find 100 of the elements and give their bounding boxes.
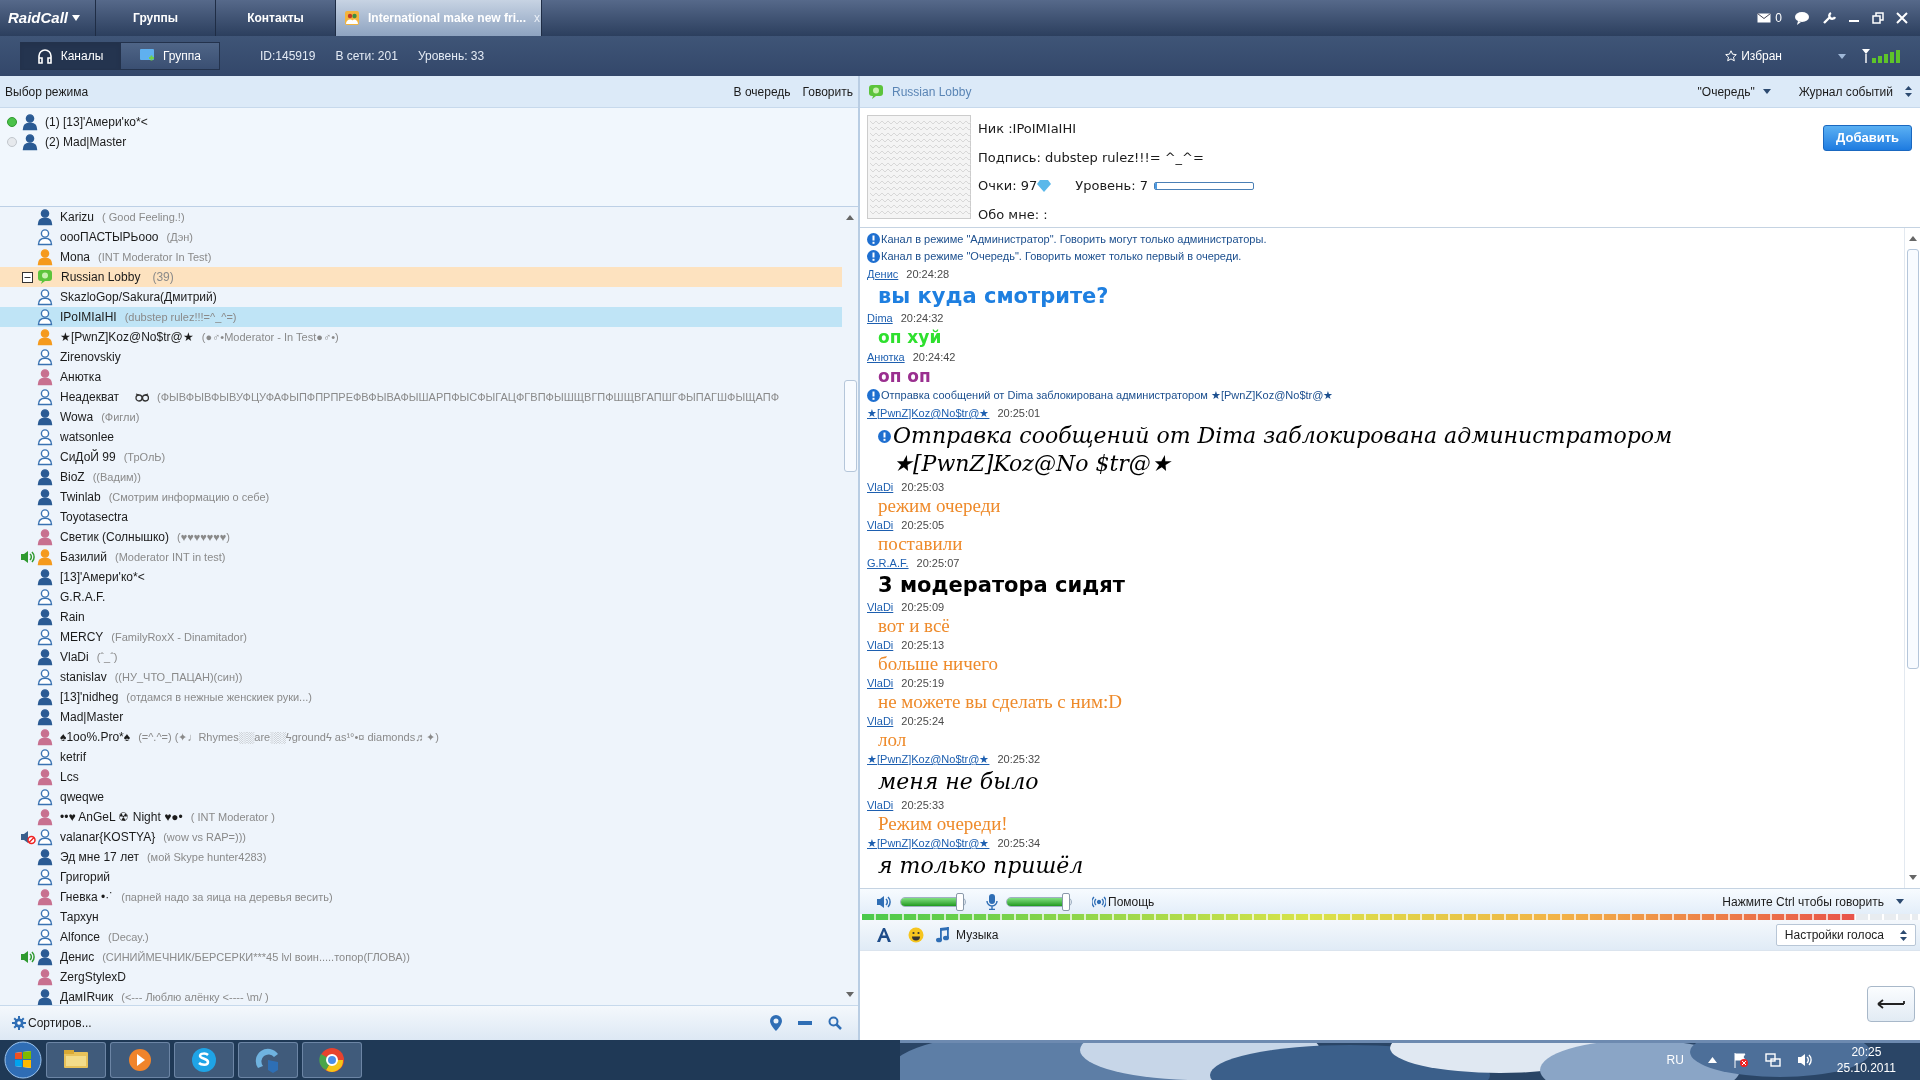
help-button[interactable]: Помощь: [1092, 892, 1155, 911]
author-link[interactable]: ★[PwnZ]Koz@No$tr@★: [867, 750, 990, 768]
music-button[interactable]: Музыка: [936, 926, 999, 944]
favorites-button[interactable]: Избран: [1725, 47, 1782, 65]
close-icon[interactable]: [1896, 12, 1908, 24]
start-button-icon[interactable]: [4, 1041, 42, 1079]
action-link[interactable]: Говорить: [802, 82, 853, 101]
user-row[interactable]: G.R.A.F.: [0, 587, 842, 607]
author-link[interactable]: Dima: [867, 309, 893, 327]
user-row[interactable]: watsonlee: [0, 427, 842, 447]
user-row[interactable]: Эд мне 17 лет (мой Skype hunter4283): [0, 847, 842, 867]
author-link[interactable]: VlaDi: [867, 796, 894, 814]
user-row[interactable]: Zirenovskiy: [0, 347, 842, 367]
author-link[interactable]: Анютка: [867, 348, 905, 366]
scroll-down-icon[interactable]: [1908, 875, 1917, 880]
channel-row[interactable]: Russian Lobby (39): [0, 267, 842, 287]
user-row[interactable]: Toyotasectra: [0, 507, 842, 527]
user-row[interactable]: qweqwe: [0, 787, 842, 807]
clock[interactable]: 20:25 25.10.2011: [1836, 1044, 1896, 1076]
font-icon[interactable]: [876, 927, 892, 943]
collapse-icon[interactable]: [22, 271, 33, 283]
location-pin-icon[interactable]: [770, 1015, 782, 1031]
queue-item[interactable]: (2) Mad|Master: [45, 133, 127, 151]
user-row[interactable]: valanar{KOSTYA} (wow vs RAP=))): [0, 827, 842, 847]
author-link[interactable]: VlaDi: [867, 636, 894, 654]
user-row[interactable]: VlaDi (ˆ_ˆ): [0, 647, 842, 667]
user-row[interactable]: Rain: [0, 607, 842, 627]
flag-icon[interactable]: [1732, 1052, 1749, 1068]
scroll-down-icon[interactable]: [846, 992, 854, 997]
author-link[interactable]: ★[PwnZ]Koz@No$tr@★: [867, 834, 990, 852]
user-row[interactable]: Mad|Master: [0, 707, 842, 727]
voice-settings-dropdown[interactable]: Настройки голоса: [1775, 924, 1916, 946]
author-link[interactable]: VlaDi: [867, 712, 894, 730]
author-link[interactable]: Денис: [867, 265, 899, 283]
user-row[interactable]: ZergStylexD: [0, 967, 842, 987]
user-row[interactable]: Тархун: [0, 907, 842, 927]
wrench-icon[interactable]: [1822, 11, 1836, 25]
scrollbar-thumb[interactable]: [1907, 249, 1919, 669]
microphone-icon[interactable]: [986, 893, 998, 910]
user-row[interactable]: Mona (INT Moderator In Test): [0, 247, 842, 267]
toolbar-tab[interactable]: Каналы: [20, 42, 120, 70]
user-row[interactable]: СиДоЙ 99 (ТрОлЬ): [0, 447, 842, 467]
author-link[interactable]: G.R.A.F.: [867, 554, 909, 572]
user-row[interactable]: Karizu ( Good Feeling.!): [0, 207, 842, 227]
speaker-icon[interactable]: [876, 893, 892, 910]
user-row[interactable]: Гневка •·˙ (парней надо за яица на деревья весить): [0, 887, 842, 907]
taskbar-app-button[interactable]: [302, 1042, 362, 1078]
chat-bubble-icon[interactable]: [1794, 11, 1810, 25]
scroll-up-icon[interactable]: [846, 215, 854, 220]
push-to-talk-dropdown[interactable]: Нажмите Ctrl чтобы говорить: [1722, 892, 1904, 911]
author-link[interactable]: VlaDi: [867, 478, 894, 496]
restore-icon[interactable]: [1872, 12, 1884, 24]
author-link[interactable]: VlaDi: [867, 598, 894, 616]
user-row[interactable]: [13]'nidheg (отдамся в нежные женскиек руки...): [0, 687, 842, 707]
scrollbar-thumb[interactable]: [844, 380, 857, 472]
author-link[interactable]: VlaDi: [867, 674, 894, 692]
scroll-up-icon[interactable]: [1908, 236, 1917, 241]
user-row[interactable]: BioZ ((Вадим)): [0, 467, 842, 487]
user-row[interactable]: [13]'Амери'ко*<: [0, 567, 842, 587]
sort-button[interactable]: Сортиров...: [12, 1014, 92, 1032]
user-row[interactable]: Wowa (Фигли): [0, 407, 842, 427]
taskbar-app-button[interactable]: [174, 1042, 234, 1078]
user-row[interactable]: ★[PwnZ]Koz@No$tr@★ (●♂•Moderator - In Test●♂•): [0, 327, 842, 347]
caret-icon[interactable]: [1838, 53, 1846, 59]
user-row[interactable]: Григорий: [0, 867, 842, 887]
toolbar-tab[interactable]: Группа: [120, 42, 220, 70]
user-row[interactable]: Alfonce (Decay.): [0, 927, 842, 947]
user-row[interactable]: oooПАСТЫРЬooo (Дэн): [0, 227, 842, 247]
taskbar-app-button[interactable]: [110, 1042, 170, 1078]
user-row[interactable]: MERCY (FamilyRoxX - Dinamitador): [0, 627, 842, 647]
queue-item[interactable]: (1) [13]'Амери'ко*<: [45, 113, 148, 131]
user-row[interactable]: stanislav ((НУ_ЧТО_ПАЦАН)(син)): [0, 667, 842, 687]
taskbar-app-button[interactable]: [238, 1042, 298, 1078]
user-row[interactable]: IPoIMIaIHI (dubstep rulez!!!=^_^=): [0, 307, 842, 327]
event-log-dropdown[interactable]: Журнал событий: [1798, 82, 1912, 101]
user-row[interactable]: Светик (Солнышко) (♥♥♥♥♥♥♥): [0, 527, 842, 547]
volume-icon[interactable]: [1796, 1052, 1813, 1068]
action-link[interactable]: В очередь: [733, 82, 791, 101]
user-row[interactable]: ••♥ AnGeL ☢ Night ♥●• ( INT Moderator ): [0, 807, 842, 827]
mail-icon[interactable]: [1757, 13, 1772, 23]
user-name: Гневка •·˙: [60, 889, 114, 906]
user-row[interactable]: Анютка: [0, 367, 842, 387]
caret-up-icon[interactable]: [1707, 1057, 1717, 1063]
taskbar-app-button[interactable]: [46, 1042, 106, 1078]
author-link[interactable]: ★[PwnZ]Koz@No$tr@★: [867, 404, 990, 422]
user-row[interactable]: Неадекват (ФЫВФЫВФЫВУФЦУФАФЫПФПРПРЕФВФЫВАФЫШАРПФЫСФЫГАЦФГВПФЫШЩВГПФШЩВГАПШГФЫПАГШФЫЩАПФ: [0, 387, 842, 407]
user-row[interactable]: SkazloGop/Sakura(Дмитрий): [0, 287, 842, 307]
send-button[interactable]: [1867, 986, 1915, 1022]
smiley-icon[interactable]: [908, 927, 924, 943]
user-row[interactable]: Twinlab (Смотрим информацию о себе): [0, 487, 842, 507]
user-row[interactable]: Базилий (Moderator INT in test): [0, 547, 842, 567]
user-row[interactable]: ketrif: [0, 747, 842, 767]
author-link[interactable]: VlaDi: [867, 516, 894, 534]
user-row[interactable]: ДамIRчик (<--- Люблю алёнку <---- \m/ ): [0, 987, 842, 1005]
user-row[interactable]: Денис (СИНИЙМЕЧНИК/БЕРСЕРКИ***45 lvl воин.....топор(ГЛОВА)): [0, 947, 842, 967]
search-icon[interactable]: [828, 1016, 842, 1030]
network-icon[interactable]: [1764, 1052, 1781, 1068]
user-row[interactable]: Lcs: [0, 767, 842, 787]
mode-dropdown[interactable]: "Очередь": [1697, 82, 1771, 101]
caret-icon[interactable]: [72, 15, 80, 21]
